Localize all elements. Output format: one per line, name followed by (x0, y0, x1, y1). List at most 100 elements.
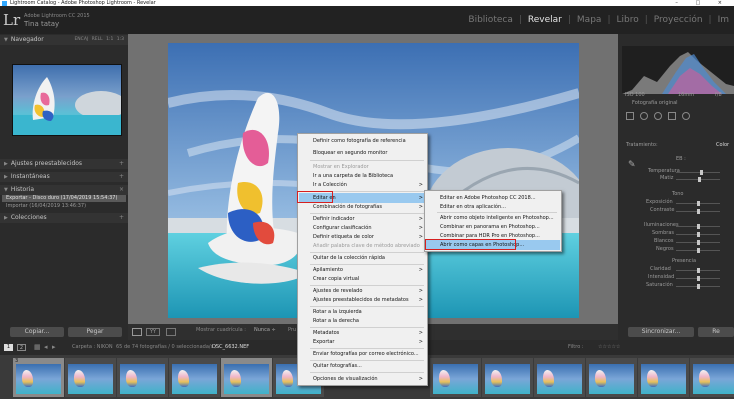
thumbnail-image (68, 364, 113, 394)
add-preset-icon[interactable]: + (119, 159, 124, 169)
history-step[interactable]: Exportar - Disco duro (17/04/2019 15:54:… (2, 195, 126, 202)
navigator-preview[interactable] (12, 64, 122, 136)
menu-item-label: Ajustes de revelado (313, 288, 363, 294)
filmstrip-thumbnail[interactable] (690, 358, 734, 397)
module-libro[interactable]: Libro (611, 15, 643, 29)
module-picker: Biblioteca | Revelar | Mapa | Libro | Proyec… (463, 15, 734, 29)
add-collection-icon[interactable]: + (119, 213, 124, 223)
crop-tool-icon[interactable] (626, 112, 634, 120)
tint-slider-knob[interactable] (698, 177, 701, 182)
graduated-filter-icon[interactable] (668, 112, 676, 120)
thumbnail-image (485, 364, 530, 394)
navigator-zoom-options[interactable]: ENCAJ RELL 1:1 1:3 (74, 35, 124, 45)
original-photo-label[interactable]: Fotografía original (632, 100, 678, 106)
module-revelar[interactable]: Revelar (523, 15, 567, 29)
clarity-slider-knob[interactable] (697, 268, 700, 273)
edit-in-highlight-outline (297, 191, 333, 203)
clear-history-icon[interactable]: × (119, 185, 124, 195)
menu-item-remove-photos[interactable]: Quitar fotografías... (299, 361, 426, 371)
tint-label: Matiz (660, 175, 674, 181)
module-proyeccion[interactable]: Proyección (649, 15, 708, 29)
highlights-slider-knob[interactable] (697, 224, 700, 229)
histogram[interactable] (622, 46, 734, 94)
thumbnail-image (693, 364, 734, 394)
filmstrip-thumbnail[interactable] (117, 358, 168, 397)
filmstrip-thumbnail-active[interactable] (221, 358, 272, 397)
blacks-slider-knob[interactable] (697, 248, 700, 253)
vibrance-slider-knob[interactable] (697, 276, 700, 281)
menu-item-email-photos[interactable]: Enviar fotografías por correo electrónic… (299, 349, 426, 359)
rating-filter-stars[interactable]: ☆☆☆☆☆ (598, 340, 620, 355)
filmstrip-thumbnail[interactable] (430, 358, 481, 397)
second-window-button[interactable]: 2 (17, 344, 26, 351)
before-after-icon[interactable]: YY (146, 328, 160, 336)
presets-header[interactable]: ▶ Ajustes preestablecidos + (0, 159, 128, 169)
exposure-slider-knob[interactable] (697, 201, 700, 206)
treatment-color-option[interactable]: Color (716, 142, 729, 148)
submenu-item-edit-other-app[interactable]: Editar en otra aplicación... (426, 202, 560, 212)
source-folder[interactable]: Carpeta : NIKON (72, 340, 113, 355)
snapshots-header[interactable]: ▶ Instantáneas + (0, 172, 128, 182)
current-filename[interactable]: DSC_6632.NEF (212, 340, 249, 355)
paste-settings-button[interactable]: Pegar (68, 327, 122, 337)
expand-triangle-icon: ▶ (4, 174, 8, 180)
filmstrip-thumbnail[interactable] (638, 358, 689, 397)
menu-item-remove-quick-collection[interactable]: Quitar de la colección rápida (299, 253, 426, 263)
contrast-slider-knob[interactable] (697, 209, 700, 214)
menu-item-go-to-collection[interactable]: Ir a Colección > (299, 180, 426, 190)
collapse-triangle-icon: ▼ (4, 187, 8, 193)
filmstrip-thumbnail[interactable] (482, 358, 533, 397)
radial-filter-icon[interactable] (682, 112, 690, 120)
menu-item-label: Metadatos (313, 330, 340, 336)
filmstrip-thumbnail[interactable] (169, 358, 220, 397)
whites-label: Blancos (654, 238, 674, 244)
grid-view-icon[interactable]: ▦ (34, 340, 41, 355)
navigator-preview-image (13, 77, 121, 135)
thumbnail-image (641, 364, 686, 394)
shadows-slider-knob[interactable] (697, 232, 700, 237)
eyedropper-icon[interactable]: ✎ (628, 160, 636, 170)
history-header[interactable]: ▼ Historia × (0, 185, 128, 195)
main-window-button[interactable]: 1 (4, 344, 13, 351)
add-snapshot-icon[interactable]: + (119, 172, 124, 182)
presets-title: Ajustes preestablecidos (10, 160, 83, 167)
whites-slider-knob[interactable] (697, 240, 700, 245)
reset-button[interactable]: Re (698, 327, 734, 337)
red-eye-icon[interactable] (654, 112, 662, 120)
spot-removal-icon[interactable] (640, 112, 648, 120)
history-step[interactable]: Importar (16/04/2019 13:46:37) (2, 203, 126, 210)
reference-view-icon[interactable] (166, 328, 176, 336)
soft-proofing-label[interactable]: Pru (288, 327, 296, 333)
filmstrip-thumbnail[interactable] (534, 358, 585, 397)
collections-header[interactable]: ▶ Colecciones + (0, 213, 128, 223)
menu-item-rotate-right[interactable]: Rotar a la derecha (299, 316, 426, 326)
menu-item-reference-photo[interactable]: Definir como fotografía de referencia (299, 136, 426, 146)
module-mapa[interactable]: Mapa (572, 15, 607, 29)
lightroom-app-icon (2, 0, 7, 6)
menu-item-view-options[interactable]: Opciones de visualización > (299, 374, 426, 384)
copy-settings-button[interactable]: Copiar... (10, 327, 64, 337)
menu-item-create-virtual-copy[interactable]: Crear copia virtual (299, 274, 426, 284)
menu-item-metadata-presets[interactable]: Ajustes preestablecidos de metadatos > (299, 295, 426, 305)
product-name: Adobe Lightroom CC 2015 (24, 13, 90, 19)
menu-item-lock-second-monitor[interactable]: Bloquear en segundo monitor (299, 148, 426, 158)
loupe-view-icon[interactable] (132, 328, 142, 336)
back-arrow-icon[interactable]: ◂ (44, 340, 48, 355)
tone-label: Tono (672, 191, 684, 197)
module-biblioteca[interactable]: Biblioteca (463, 15, 517, 29)
module-impresion[interactable]: Im (713, 15, 734, 29)
menu-item-label: Definir etiqueta de color (313, 234, 374, 240)
forward-arrow-icon[interactable]: ▸ (52, 340, 56, 355)
filmstrip-thumbnail[interactable]: 3 (13, 358, 64, 397)
filmstrip-thumbnail[interactable] (65, 358, 116, 397)
navigator-header[interactable]: ▼ Navegador ENCAJ RELL 1:1 1:3 (0, 35, 128, 45)
temperature-slider[interactable] (676, 172, 720, 173)
shadows-label: Sombras (652, 230, 675, 236)
filmstrip-thumbnail[interactable] (586, 358, 637, 397)
saturation-slider-knob[interactable] (697, 284, 700, 289)
temperature-slider-knob[interactable] (700, 170, 703, 175)
grid-overlay-select[interactable]: Nunca ÷ (254, 327, 276, 333)
menu-item-photo-merge[interactable]: Combinación de fotografías > (299, 202, 426, 212)
sync-button[interactable]: Sincronizar... (628, 327, 694, 337)
menu-item-export[interactable]: Exportar > (299, 337, 426, 347)
